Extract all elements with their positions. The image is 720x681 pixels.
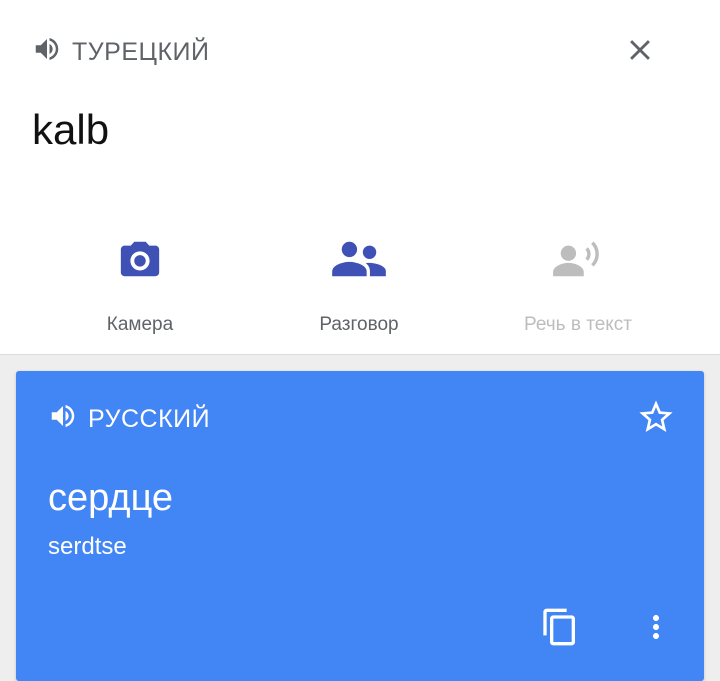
camera-icon <box>117 236 163 287</box>
translation-text: сердце <box>48 477 174 519</box>
voice-icon <box>551 236 605 287</box>
favorite-button[interactable] <box>632 395 680 443</box>
target-language-button[interactable]: РУССКИЙ <box>48 403 210 435</box>
conversation-label: Разговор <box>319 314 399 335</box>
people-icon <box>330 236 388 287</box>
translation-card: РУССКИЙ сердце serdtse <box>16 371 704 681</box>
source-language-button[interactable]: ТУРЕЦКИЙ <box>32 36 210 68</box>
copy-button[interactable] <box>536 605 584 653</box>
more-options-button[interactable] <box>632 605 680 653</box>
more-vert-icon <box>638 609 674 650</box>
camera-button[interactable]: Камера <box>40 230 240 340</box>
target-language-label: РУССКИЙ <box>88 404 211 433</box>
copy-icon <box>540 607 580 652</box>
speech-to-text-button[interactable]: Речь в текст <box>478 230 678 340</box>
close-icon <box>623 33 657 72</box>
volume-up-icon[interactable] <box>48 401 78 438</box>
source-text[interactable]: kalb <box>32 106 109 154</box>
camera-label: Камера <box>106 314 174 335</box>
transliteration-text: serdtse <box>48 533 127 560</box>
star-outline-icon <box>636 397 676 442</box>
close-button[interactable] <box>616 28 664 76</box>
volume-up-icon[interactable] <box>32 34 62 71</box>
source-panel: ТУРЕЦКИЙ kalb Камера Разговор Речь в тек… <box>0 0 720 355</box>
speech-to-text-label: Речь в текст <box>523 314 632 335</box>
conversation-button[interactable]: Разговор <box>259 230 459 340</box>
source-language-label: ТУРЕЦКИЙ <box>72 37 210 66</box>
